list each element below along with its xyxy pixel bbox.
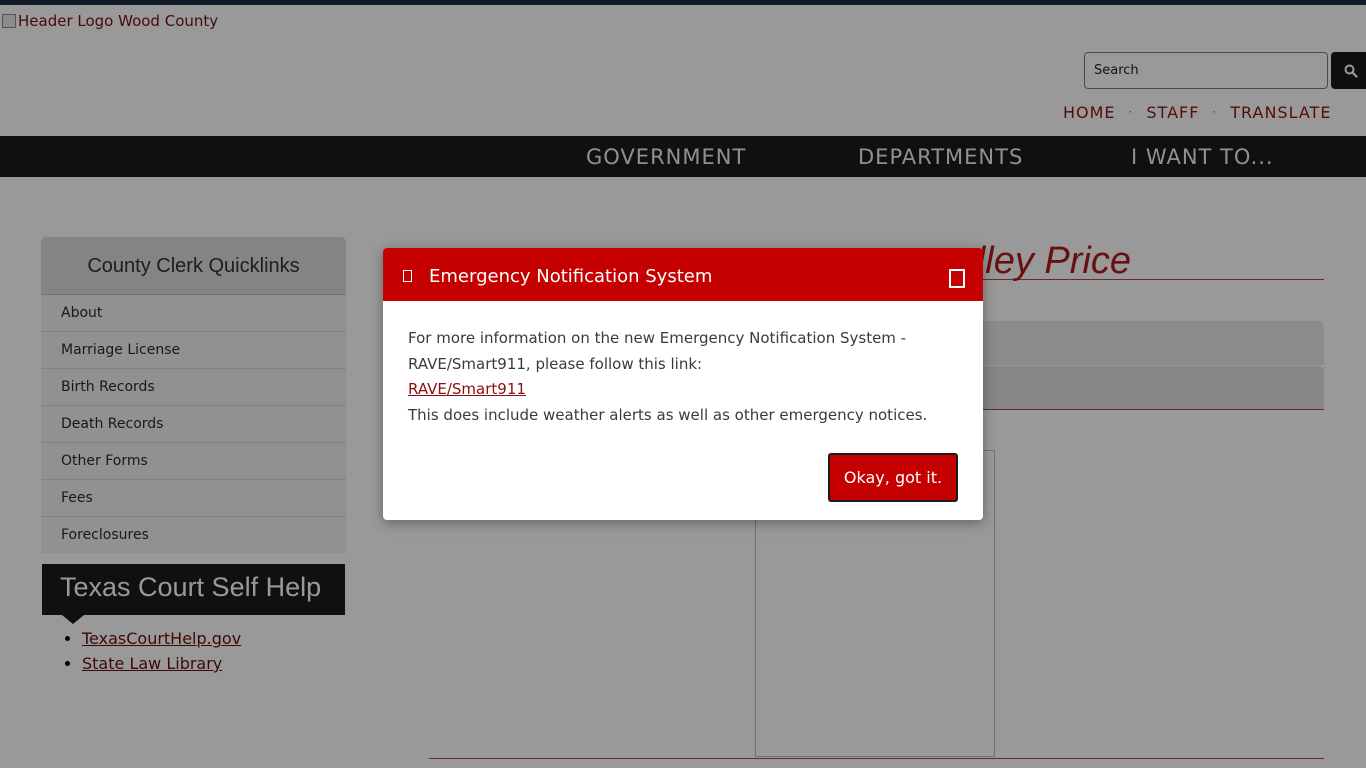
page: Header Logo Wood County HOME · STAFF · T… (0, 0, 1366, 768)
modal-body-note: This does include weather alerts as well… (408, 405, 928, 424)
notification-icon (403, 270, 412, 282)
rave-smart911-link[interactable]: RAVE/Smart911 (408, 380, 526, 398)
okay-got-it-button[interactable]: Okay, got it. (828, 453, 958, 502)
modal-body-text: For more information on the new Emergenc… (408, 329, 907, 373)
modal-header: Emergency Notification System (383, 248, 983, 301)
modal-body: For more information on the new Emergenc… (408, 326, 968, 428)
emergency-notification-modal: Emergency Notification System For more i… (383, 248, 983, 520)
modal-title: Emergency Notification System (429, 266, 713, 287)
modal-close-button[interactable] (949, 269, 965, 288)
